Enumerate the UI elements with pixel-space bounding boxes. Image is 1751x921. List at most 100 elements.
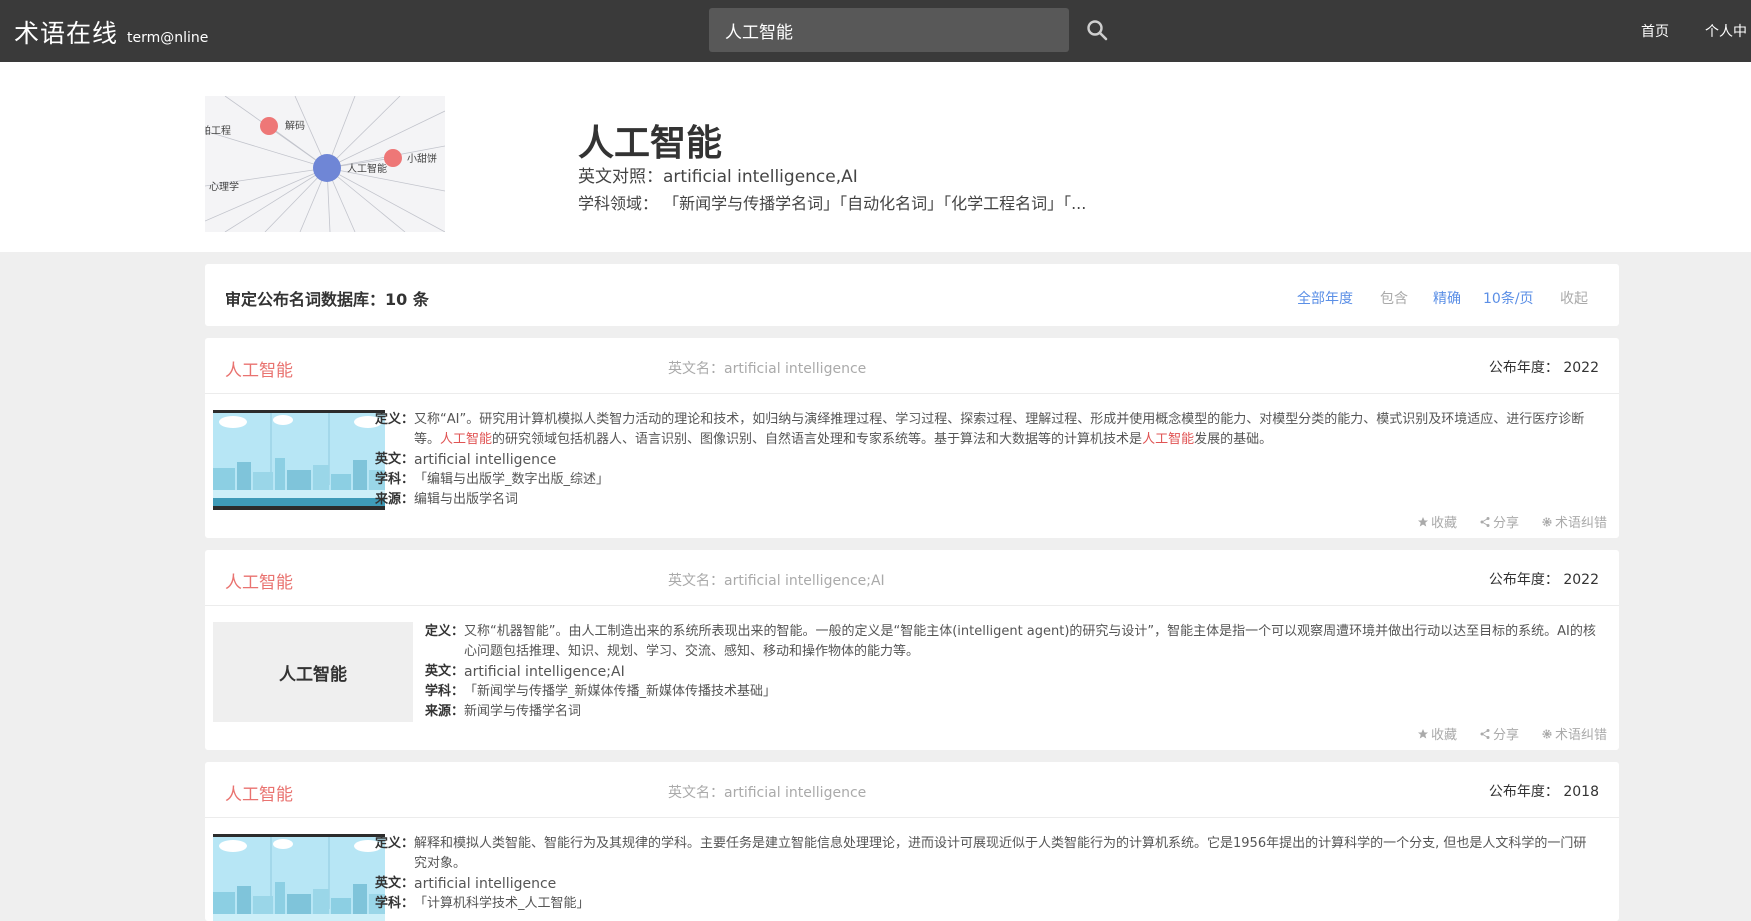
card-publish-year: 公布年度： 2022 <box>1488 360 1599 376</box>
card-details: 定义： 又称“机器智能”。由人工制造出来的系统所表现出来的智能。一般的定义是“智… <box>425 622 1599 722</box>
share-button[interactable]: 分享 <box>1479 512 1519 531</box>
graph-label-psychology: 心理学 <box>209 180 239 193</box>
english-label: 英文： <box>425 664 465 679</box>
card-publish-year: 公布年度： 2018 <box>1488 784 1599 800</box>
logo-chinese: 术语在线 <box>14 19 119 48</box>
english-value: artificial intelligence;AI <box>464 664 625 680</box>
highlight-term: 人工智能 <box>1142 432 1195 447</box>
subject-value[interactable]: 「计算机科学技术_人工智能」 <box>414 894 1599 914</box>
card-thumbnail[interactable]: 人工智能 <box>213 622 413 722</box>
subject-row: 学科： 「编辑与出版学_数字出版_综述」 <box>375 470 1599 490</box>
card-actions: 收藏 分享 术语纠错 <box>1395 512 1607 531</box>
filter-exact[interactable]: 精确 <box>1433 288 1461 308</box>
filter-all-years[interactable]: 全部年度 <box>1297 288 1353 308</box>
search-icon[interactable] <box>1085 18 1111 44</box>
subject-row: 学科： 「新闻学与传播学_新媒体传播_新媒体传播技术基础」 <box>425 682 1599 702</box>
graph-node-decode[interactable] <box>260 117 278 135</box>
share-icon <box>1480 728 1490 739</box>
card-term-link[interactable]: 人工智能 <box>225 356 293 381</box>
share-button[interactable]: 分享 <box>1479 724 1519 743</box>
source-value: 编辑与出版学名词 <box>414 492 519 507</box>
english-label: 英文： <box>375 876 415 891</box>
definition-row: 定义： 又称“机器智能”。由人工制造出来的系统所表现出来的智能。一般的定义是“智… <box>425 622 1599 662</box>
card-details: 定义： 又称“AI”。研究用计算机模拟人类智力活动的理论和技术，如归纳与演绎推理… <box>375 410 1599 510</box>
card-publish-year: 公布年度： 2022 <box>1488 572 1599 588</box>
nav-home-link[interactable]: 首页 <box>1641 21 1669 41</box>
city-illustration <box>213 834 385 921</box>
relation-graph-svg: 解码 小甜饼 船舶工程 心理学 人工智能 <box>205 96 445 232</box>
source-row: 来源： 编辑与出版学名词 <box>375 490 1599 510</box>
report-error-button[interactable]: 术语纠错 <box>1541 724 1607 743</box>
filter-collapse[interactable]: 收起 <box>1560 288 1588 308</box>
favorite-button[interactable]: 收藏 <box>1417 724 1457 743</box>
subject-label: 学科： <box>425 684 465 699</box>
source-label: 来源： <box>425 704 465 719</box>
term-title: 人工智能 <box>578 123 723 164</box>
english-row: 英文： artificial intelligence <box>375 450 1599 470</box>
card-thumbnail[interactable] <box>213 410 385 510</box>
card-term-link[interactable]: 人工智能 <box>225 568 293 593</box>
graph-label-ship: 船舶工程 <box>205 124 231 137</box>
card-thumbnail[interactable] <box>213 834 385 921</box>
result-card: 人工智能 英文名：artificial intelligence 公布年度： 2… <box>205 338 1619 538</box>
gear-icon <box>1542 729 1552 738</box>
graph-label-center: 人工智能 <box>347 162 387 175</box>
search-box <box>709 8 1069 52</box>
result-card: 人工智能 英文名：artificial intelligence;AI 公布年度… <box>205 550 1619 750</box>
card-header: 人工智能 英文名：artificial intelligence 公布年度： 2… <box>205 338 1619 394</box>
relation-graph[interactable]: 解码 小甜饼 船舶工程 心理学 人工智能 <box>205 96 445 232</box>
graph-label-cookie: 小甜饼 <box>407 152 437 165</box>
filter-per-page[interactable]: 10条/页 <box>1483 288 1534 308</box>
gear-icon <box>1542 517 1552 526</box>
english-value: artificial intelligence <box>414 876 557 892</box>
term-header: 解码 小甜饼 船舶工程 心理学 人工智能 人工智能 英文对照：artificia… <box>0 62 1751 252</box>
source-label: 来源： <box>375 492 415 507</box>
share-icon <box>1480 516 1490 527</box>
graph-node-center[interactable] <box>313 154 341 182</box>
english-label: 英文： <box>375 452 415 467</box>
city-illustration <box>213 410 385 510</box>
nav-user-center-link[interactable]: 个人中 <box>1705 21 1747 41</box>
card-term-link[interactable]: 人工智能 <box>225 780 293 805</box>
filter-contains[interactable]: 包含 <box>1380 288 1408 308</box>
star-icon <box>1417 516 1428 526</box>
subject-label: 学科： <box>375 472 415 487</box>
subject-label: 学科： <box>375 896 415 911</box>
definition-row: 定义： 又称“AI”。研究用计算机模拟人类智力活动的理论和技术，如归纳与演绎推理… <box>375 410 1599 450</box>
card-actions: 收藏 分享 术语纠错 <box>1395 724 1607 743</box>
result-card: 人工智能 英文名：artificial intelligence 公布年度： 2… <box>205 762 1619 921</box>
source-value: 新闻学与传播学名词 <box>464 704 582 719</box>
card-header: 人工智能 英文名：artificial intelligence;AI 公布年度… <box>205 550 1619 606</box>
card-english-name: 英文名：artificial intelligence <box>668 785 867 801</box>
highlight-term: 人工智能 <box>440 432 493 447</box>
favorite-button[interactable]: 收藏 <box>1417 512 1457 531</box>
definition-text: 解释和模拟人类智能、智能行为及其规律的学科。主要任务是建立智能信息处理理论，进而… <box>414 836 1587 871</box>
results-count-title: 审定公布名词数据库：10 条 <box>225 290 429 309</box>
subject-value[interactable]: 「编辑与出版学_数字出版_综述」 <box>414 470 1599 490</box>
source-row: 来源： 新闻学与传播学名词 <box>425 702 1599 722</box>
term-english-equivalent: 英文对照：artificial intelligence,AI <box>578 167 858 187</box>
search-input[interactable] <box>709 8 1069 52</box>
logo-english: term@nline <box>127 30 209 46</box>
star-icon <box>1417 728 1428 738</box>
graph-label-decode: 解码 <box>285 119 305 132</box>
site-logo[interactable]: 术语在线 term@nline <box>14 14 208 50</box>
results-bar: 审定公布名词数据库：10 条 全部年度 包含 精确 10条/页 收起 <box>205 264 1619 326</box>
card-details: 定义： 解释和模拟人类智能、智能行为及其规律的学科。主要任务是建立智能信息处理理… <box>375 834 1599 914</box>
english-row: 英文： artificial intelligence;AI <box>425 662 1599 682</box>
english-row: 英文： artificial intelligence <box>375 874 1599 894</box>
card-header: 人工智能 英文名：artificial intelligence 公布年度： 2… <box>205 762 1619 818</box>
definition-text: 又称“机器智能”。由人工制造出来的系统所表现出来的智能。一般的定义是“智能主体(… <box>464 624 1596 659</box>
definition-label: 定义： <box>375 836 415 851</box>
subject-value[interactable]: 「新闻学与传播学_新媒体传播_新媒体传播技术基础」 <box>464 682 1599 702</box>
english-value: artificial intelligence <box>414 452 557 468</box>
definition-label: 定义： <box>375 412 415 427</box>
term-subject-fields[interactable]: 学科领域： 「新闻学与传播学名词」「自动化名词」「化学工程名词」「... <box>578 190 1086 214</box>
definition-row: 定义： 解释和模拟人类智能、智能行为及其规律的学科。主要任务是建立智能信息处理理… <box>375 834 1599 874</box>
top-navbar: 术语在线 term@nline 首页 个人中 <box>0 0 1751 62</box>
definition-text: 又称“AI”。研究用计算机模拟人类智力活动的理论和技术，如归纳与演绎推理过程、学… <box>414 412 1585 447</box>
subject-row: 学科： 「计算机科学技术_人工智能」 <box>375 894 1599 914</box>
card-english-name: 英文名：artificial intelligence <box>668 361 867 377</box>
report-error-button[interactable]: 术语纠错 <box>1541 512 1607 531</box>
definition-label: 定义： <box>425 624 465 639</box>
